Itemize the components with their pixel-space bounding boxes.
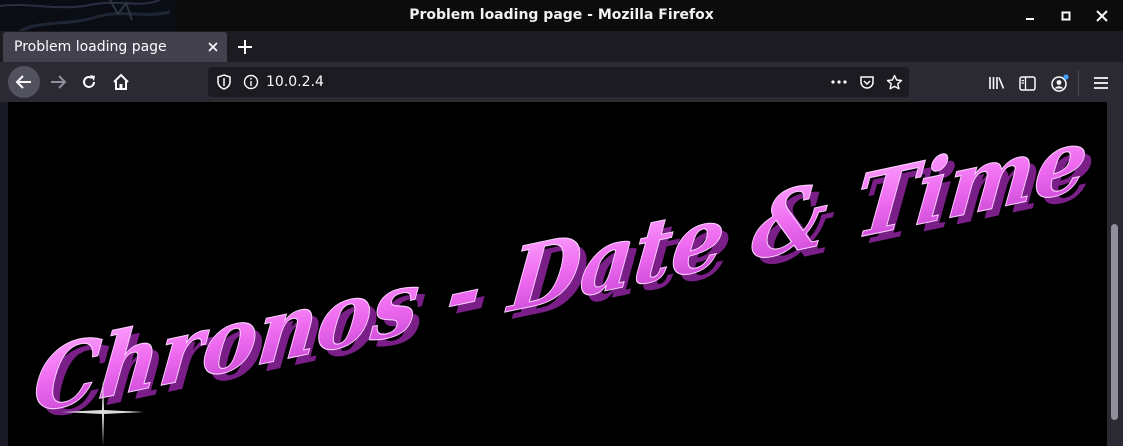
plus-icon (238, 40, 252, 54)
vertical-scrollbar[interactable] (1107, 102, 1123, 446)
new-tab-button[interactable] (232, 35, 258, 59)
ellipsis-icon[interactable] (830, 74, 848, 90)
library-icon (989, 77, 1005, 89)
browser-window: Problem loading page - Mozilla Firefox P… (0, 0, 1123, 446)
forward-button[interactable] (42, 66, 74, 98)
sparkle-decoration (62, 378, 144, 446)
tab-label: Problem loading page (14, 39, 167, 55)
url-bar[interactable]: 10.0.2.4 (208, 67, 909, 97)
maximize-button[interactable] (1052, 0, 1080, 31)
chronos-banner: Chronos - Date & Time Chronos - Date & T… (29, 107, 1100, 441)
close-icon (1096, 9, 1108, 22)
tab-strip: Problem loading page (0, 31, 1123, 62)
toolbar-separator (1078, 70, 1079, 96)
minimize-button[interactable] (1016, 0, 1044, 31)
pocket-icon[interactable] (859, 74, 875, 90)
account-button[interactable] (1051, 74, 1069, 92)
tab-close-button[interactable] (205, 39, 221, 55)
navigation-toolbar: 10.0.2.4 (0, 62, 1123, 102)
maximize-icon (1061, 11, 1071, 20)
star-icon[interactable] (886, 74, 903, 91)
reload-icon (83, 75, 95, 88)
url-text[interactable]: 10.0.2.4 (266, 67, 324, 97)
scrollbar-thumb[interactable] (1111, 224, 1118, 420)
home-button[interactable] (105, 66, 137, 98)
sidebar-icon (1018, 75, 1036, 91)
arrow-left-icon (15, 75, 31, 89)
title-bar: Problem loading page - Mozilla Firefox (0, 0, 1123, 31)
menu-button[interactable] (1092, 74, 1110, 92)
sidebar-button[interactable] (1018, 74, 1036, 92)
close-icon (208, 42, 218, 52)
tab-problem-loading-page[interactable]: Problem loading page (3, 32, 227, 62)
arrow-right-icon (51, 75, 67, 89)
hamburger-menu-icon (1094, 77, 1108, 89)
tracking-shield-icon[interactable] (216, 74, 232, 90)
info-icon[interactable] (243, 74, 259, 90)
banner-heading: Chronos - Date & Time (29, 107, 1093, 434)
window-title: Problem loading page - Mozilla Firefox (409, 7, 714, 23)
close-window-button[interactable] (1088, 0, 1116, 31)
home-icon (113, 73, 129, 90)
account-icon (1051, 74, 1069, 92)
library-button[interactable] (988, 74, 1006, 92)
reload-button[interactable] (73, 66, 105, 98)
minimize-icon (1026, 17, 1034, 20)
page-content: Chronos - Date & Time Chronos - Date & T… (0, 102, 1107, 446)
back-button[interactable] (8, 66, 40, 98)
